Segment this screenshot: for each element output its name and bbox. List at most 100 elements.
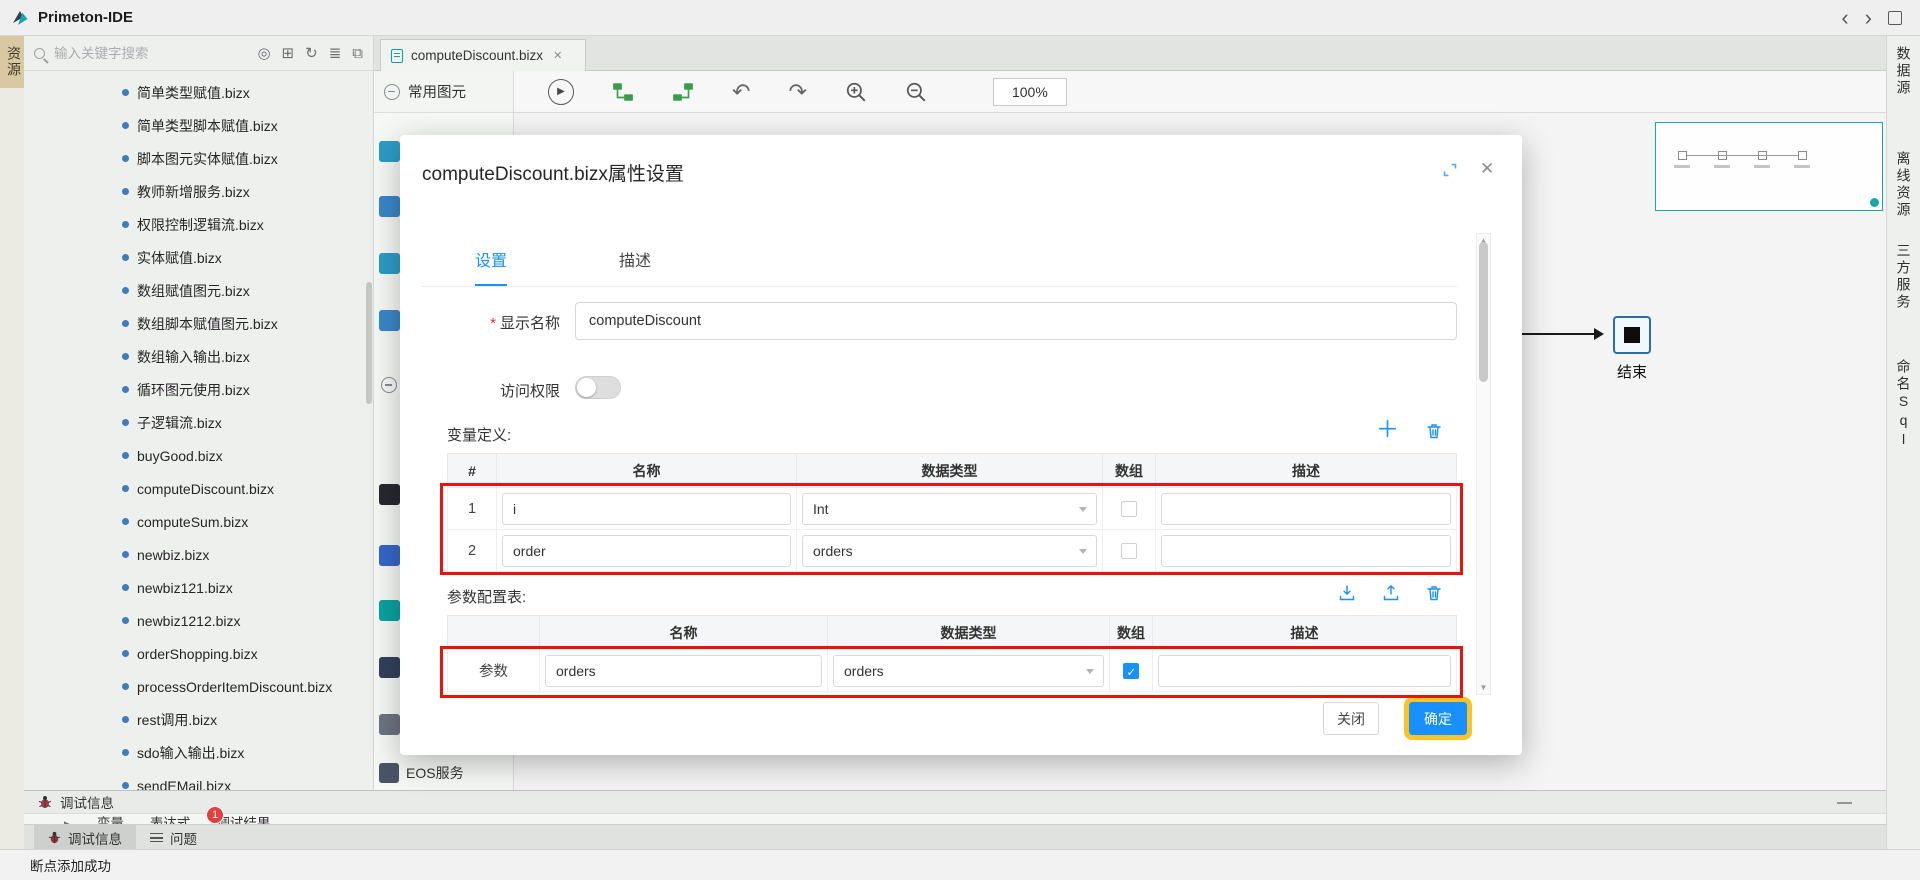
right-rail-tab[interactable]: 命名Sql bbox=[1894, 359, 1914, 450]
scroll-down-icon[interactable]: ▼ bbox=[1477, 683, 1490, 692]
nav-forward-icon[interactable]: › bbox=[1865, 7, 1872, 29]
explorer-toolbar-icon[interactable]: ◎ bbox=[257, 46, 270, 61]
display-name-input[interactable] bbox=[575, 302, 1457, 340]
tree-item[interactable]: rest调用.bizx bbox=[24, 703, 373, 736]
tree-item[interactable]: newbiz1212.bizx bbox=[24, 604, 373, 637]
variable-desc-input[interactable] bbox=[1161, 535, 1451, 567]
search-input[interactable] bbox=[54, 46, 194, 61]
dialog-scrollbar[interactable]: ▲ ▼ bbox=[1476, 233, 1491, 695]
tree-item[interactable]: buyGood.bizx bbox=[24, 439, 373, 472]
palette-item-icon[interactable] bbox=[379, 196, 400, 217]
debug-subtab[interactable]: 调试结果 bbox=[216, 814, 270, 824]
right-rail-tab[interactable]: 数据源 bbox=[1894, 46, 1914, 97]
tab-settings[interactable]: 设置 bbox=[475, 247, 507, 286]
tree-item[interactable]: 简单类型赋值.bizx bbox=[24, 76, 373, 109]
datatype-select[interactable]: orders bbox=[833, 655, 1104, 687]
tree-item[interactable]: sdo输入输出.bizx bbox=[24, 736, 373, 769]
export-icon[interactable] bbox=[1381, 583, 1401, 603]
layout-tree-icon[interactable] bbox=[612, 81, 634, 103]
tree-item[interactable]: orderShopping.bizx bbox=[24, 637, 373, 670]
auto-arrange-icon[interactable] bbox=[672, 81, 694, 103]
tab-description[interactable]: 描述 bbox=[619, 247, 651, 286]
minimap[interactable] bbox=[1655, 122, 1883, 211]
right-rail-tab[interactable]: 三方服务 bbox=[1894, 243, 1914, 311]
editor-tab-computeDiscount[interactable]: computeDiscount.bizx ✕ bbox=[380, 39, 586, 71]
import-icon[interactable] bbox=[1337, 583, 1357, 603]
collapse-icon[interactable] bbox=[384, 84, 400, 100]
param-desc-input[interactable] bbox=[1158, 655, 1451, 687]
variable-row[interactable]: 2 orders bbox=[448, 530, 1457, 572]
palette-item-icon[interactable] bbox=[379, 310, 400, 331]
palette-item-icon[interactable] bbox=[379, 545, 400, 566]
tree-item[interactable]: 循环图元使用.bizx bbox=[24, 373, 373, 406]
tree-item[interactable]: 脚本图元实体赋值.bizx bbox=[24, 142, 373, 175]
close-button[interactable]: 关闭 bbox=[1323, 702, 1379, 735]
debug-run-icon[interactable]: ▶ bbox=[548, 79, 574, 105]
nav-back-icon[interactable]: ‹ bbox=[1841, 7, 1848, 29]
tree-item[interactable]: sendEMail.bizx bbox=[24, 769, 373, 790]
zoom-level[interactable]: 100% bbox=[993, 78, 1067, 106]
palette-item-icon[interactable] bbox=[379, 484, 400, 505]
tree-item[interactable]: newbiz.bizx bbox=[24, 538, 373, 571]
minimize-icon[interactable]: — bbox=[1837, 794, 1852, 811]
tab-debug-info[interactable]: 调试信息 bbox=[34, 825, 136, 850]
array-checkbox[interactable] bbox=[1121, 501, 1137, 517]
variable-row[interactable]: 1 Int bbox=[448, 488, 1457, 530]
zoom-in-icon[interactable] bbox=[845, 81, 867, 103]
palette-item-icon[interactable] bbox=[379, 141, 400, 162]
datatype-select[interactable]: Int bbox=[802, 493, 1097, 525]
tree-item[interactable]: 数组赋值图元.bizx bbox=[24, 274, 373, 307]
tree-item[interactable]: 数组脚本赋值图元.bizx bbox=[24, 307, 373, 340]
explorer-toolbar-icon[interactable]: ⊞ bbox=[282, 46, 295, 61]
tree-item[interactable]: newbiz121.bizx bbox=[24, 571, 373, 604]
ok-button[interactable]: 确定 bbox=[1409, 702, 1467, 735]
layout-window-icon[interactable] bbox=[1888, 11, 1902, 25]
tab-problems[interactable]: 问题 bbox=[136, 825, 211, 850]
close-icon[interactable]: ✕ bbox=[1480, 159, 1494, 179]
palette-item-icon[interactable] bbox=[379, 714, 400, 735]
tree-item[interactable]: processOrderItemDiscount.bizx bbox=[24, 670, 373, 703]
palette-group-common[interactable]: 常用图元 bbox=[374, 71, 513, 113]
explorer-toolbar-icon[interactable]: ≣ bbox=[329, 46, 342, 61]
minimap-resize-handle[interactable] bbox=[1870, 198, 1879, 207]
param-name-input[interactable] bbox=[545, 655, 822, 687]
tree-item[interactable]: 数组输入输出.bizx bbox=[24, 340, 373, 373]
scrollbar-thumb[interactable] bbox=[1479, 242, 1488, 382]
tree-item[interactable]: 教师新增服务.bizx bbox=[24, 175, 373, 208]
palette-item-icon[interactable] bbox=[379, 657, 400, 678]
tree-item[interactable]: computeDiscount.bizx bbox=[24, 472, 373, 505]
sidebar-tab-resources[interactable]: 资源 bbox=[0, 36, 24, 88]
palette-item-icon[interactable] bbox=[379, 253, 400, 274]
end-node[interactable] bbox=[1613, 316, 1651, 354]
variable-name-input[interactable] bbox=[502, 535, 791, 567]
tree-item[interactable]: 子逻辑流.bizx bbox=[24, 406, 373, 439]
right-rail-tab[interactable]: 离线资源 bbox=[1894, 151, 1914, 219]
tree-item[interactable]: 简单类型脚本赋值.bizx bbox=[24, 109, 373, 142]
debug-subtab[interactable]: 变量 bbox=[97, 814, 124, 824]
expand-triangle-icon[interactable]: ▶ bbox=[64, 814, 71, 824]
delete-param-icon[interactable] bbox=[1424, 583, 1444, 603]
delete-variable-icon[interactable] bbox=[1424, 421, 1444, 441]
array-checkbox[interactable] bbox=[1123, 663, 1139, 679]
tree-item[interactable]: computeSum.bizx bbox=[24, 505, 373, 538]
array-checkbox[interactable] bbox=[1121, 543, 1137, 559]
param-row[interactable]: 参数 orders bbox=[448, 650, 1457, 692]
undo-icon[interactable]: ↶ bbox=[732, 81, 750, 103]
palette-item-eos[interactable]: EOS服务 bbox=[379, 763, 464, 783]
variable-name-input[interactable] bbox=[502, 493, 791, 525]
add-variable-icon[interactable]: ＋ bbox=[1376, 418, 1399, 441]
explorer-toolbar-icon[interactable]: ↻ bbox=[305, 46, 318, 61]
datatype-select[interactable]: orders bbox=[802, 535, 1097, 567]
zoom-out-icon[interactable] bbox=[905, 81, 927, 103]
close-icon[interactable]: ✕ bbox=[553, 49, 562, 62]
tree-item[interactable]: 实体赋值.bizx bbox=[24, 241, 373, 274]
fullscreen-icon[interactable] bbox=[1442, 162, 1458, 178]
debug-subtab[interactable]: 表达式 bbox=[150, 814, 191, 824]
variable-desc-input[interactable] bbox=[1161, 493, 1451, 525]
collapse-icon[interactable] bbox=[381, 377, 397, 393]
explorer-toolbar-icon[interactable]: ⧉ bbox=[352, 46, 363, 61]
tree-item[interactable]: 权限控制逻辑流.bizx bbox=[24, 208, 373, 241]
palette-item-icon[interactable] bbox=[379, 600, 400, 621]
access-permission-toggle[interactable] bbox=[575, 376, 621, 399]
tree-scrollbar[interactable] bbox=[366, 282, 372, 404]
